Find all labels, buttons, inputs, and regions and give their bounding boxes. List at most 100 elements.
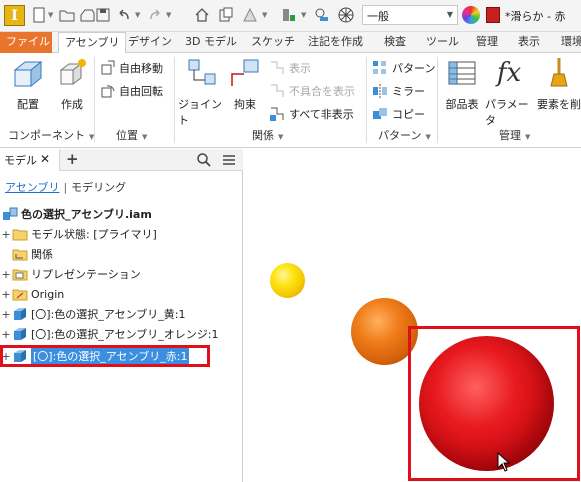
tab-manage[interactable]: 管理 (470, 32, 504, 53)
open-folder-icon[interactable] (59, 5, 75, 25)
place-button[interactable]: 配置 (8, 56, 48, 112)
undo-dropdown-icon[interactable]: ▼ (135, 5, 140, 25)
pattern-panel-label[interactable]: パターン ▼ (378, 127, 431, 145)
copy-button[interactable]: コピー (372, 105, 425, 123)
model-browser: モデル ✕ + アセンブリ | モデリング 色の選択_アセンブリ.iam + モデル… (0, 149, 243, 482)
save-icon[interactable] (95, 5, 111, 25)
home-icon[interactable] (194, 5, 210, 25)
tree-item-yellow-component[interactable]: + [〇]:色の選択_アセンブリ_黄:1 (0, 304, 243, 324)
tree-root-assembly[interactable]: 色の選択_アセンブリ.iam (0, 204, 243, 224)
appearance-select[interactable]: *滑らか - 赤 (503, 5, 581, 25)
show-button[interactable]: 表示 (269, 59, 311, 77)
create-component-icon (55, 56, 89, 90)
tab-inspect[interactable]: 検査 (378, 32, 412, 53)
expand-icon[interactable]: + (0, 228, 12, 241)
tab-sketch[interactable]: スケッチ (245, 32, 301, 53)
chevron-down-icon: ▼ (142, 133, 148, 141)
material-ball-icon[interactable] (338, 5, 354, 25)
yellow-sphere[interactable] (270, 263, 305, 298)
constrain-icon (228, 56, 262, 90)
origin-folder-icon (12, 286, 28, 302)
hamburger-menu-icon[interactable] (221, 153, 237, 170)
quick-access-toolbar: I ▼ ▼ ▼ ▼ ▼ 一般 ▼ *滑らか - 赤 (0, 0, 581, 32)
manage-panel-label[interactable]: 管理 ▼ (499, 127, 530, 145)
filter-dropdown-icon[interactable]: ▼ (262, 5, 267, 25)
subtab-divider: | (63, 181, 68, 194)
tree-item-representations[interactable]: + リプレゼンテーション (0, 264, 243, 284)
redo-icon[interactable] (147, 5, 163, 25)
mouse-cursor-icon (497, 451, 511, 475)
parameters-button[interactable]: fx パラメータ (485, 56, 533, 128)
graphics-viewport[interactable] (244, 149, 581, 482)
pattern-button[interactable]: パターン (372, 59, 435, 77)
redo-dropdown-icon[interactable]: ▼ (166, 5, 171, 25)
close-icon[interactable]: ✕ (40, 152, 50, 166)
measure-icon[interactable] (281, 5, 297, 25)
tree-item-model-state[interactable]: + モデル状態: [プライマリ] (0, 224, 243, 244)
tab-assembly[interactable]: アセンブリ (58, 32, 127, 54)
position-panel-label[interactable]: 位置 ▼ (116, 127, 147, 145)
tab-file[interactable]: ファイル (0, 32, 52, 53)
bom-button[interactable]: 部品表 (442, 56, 482, 112)
tab-3d-model[interactable]: 3D モデル (179, 32, 243, 53)
chevron-down-icon: ▼ (525, 133, 531, 141)
joint-button[interactable]: ジョイント (178, 56, 226, 128)
parameters-fx-icon: fx (496, 58, 522, 88)
app-logo-icon[interactable]: I (4, 5, 25, 26)
joint-icon (185, 56, 219, 90)
expand-icon[interactable]: + (0, 308, 12, 321)
panel-divider (94, 57, 95, 143)
free-move-button[interactable]: 自由移動 (99, 59, 163, 77)
search-icon[interactable] (196, 152, 212, 171)
subtab-modeling[interactable]: モデリング (71, 181, 126, 194)
tree-item-relationships[interactable]: 関係 (0, 244, 243, 264)
properties-icon[interactable] (218, 5, 234, 25)
inspect-icon[interactable] (314, 5, 330, 25)
chevron-down-icon: ▼ (425, 133, 431, 141)
appearance-swatch-icon (486, 7, 500, 23)
color-wheel-icon[interactable] (462, 6, 480, 24)
component-panel-label[interactable]: コンポーネント ▼ (8, 127, 94, 145)
create-button[interactable]: 作成 (52, 56, 92, 112)
bill-of-materials-icon (445, 56, 479, 90)
select-filter-icon[interactable] (242, 5, 258, 25)
tab-tools[interactable]: ツール (420, 32, 465, 53)
new-dropdown-icon[interactable]: ▼ (48, 5, 53, 25)
tree-item-origin[interactable]: + Origin (0, 284, 243, 304)
expand-icon[interactable]: + (0, 268, 12, 281)
show-sick-button[interactable]: 不具合を表示 (269, 82, 355, 100)
new-file-icon[interactable] (31, 5, 47, 25)
chevron-down-icon: ▼ (278, 133, 284, 141)
tab-design[interactable]: デザイン (122, 32, 178, 53)
constrain-button[interactable]: 拘束 (229, 56, 261, 112)
part-icon (12, 326, 28, 342)
tab-model[interactable]: モデル (0, 149, 60, 171)
panel-divider (174, 57, 175, 143)
inventor-window: I ▼ ▼ ▼ ▼ ▼ 一般 ▼ *滑らか - 赤 ファイル アセンブリ デザイ… (0, 0, 581, 482)
broom-icon (542, 56, 576, 90)
tree-item-orange-component[interactable]: + [〇]:色の選択_アセンブリ_オレンジ:1 (0, 324, 243, 344)
undo-dropdown-icon[interactable] (79, 5, 95, 25)
expand-icon[interactable]: + (0, 328, 12, 341)
undo-icon[interactable] (116, 5, 132, 25)
relationships-folder-icon (12, 246, 28, 262)
expand-icon[interactable]: + (0, 288, 12, 301)
standard-select[interactable]: 一般 ▼ (362, 5, 458, 25)
tab-environments[interactable]: 環境 (555, 32, 581, 53)
measure-dropdown-icon[interactable]: ▼ (301, 5, 306, 25)
delete-elements-button[interactable]: 要素を削 (534, 56, 581, 112)
free-move-icon (99, 60, 115, 76)
free-rotate-button[interactable]: 自由回転 (99, 82, 163, 100)
subtab-assembly[interactable]: アセンブリ (5, 181, 59, 194)
place-component-icon (11, 56, 45, 90)
annotation-highlight-box (0, 345, 210, 367)
hide-all-button[interactable]: すべて非表示 (269, 105, 354, 123)
relationships-panel-label[interactable]: 関係 ▼ (252, 127, 283, 145)
tab-annotate[interactable]: 注記を作成 (302, 32, 369, 53)
chevron-down-icon: ▼ (446, 10, 453, 19)
mirror-button[interactable]: ミラー (372, 82, 425, 100)
tab-view[interactable]: 表示 (512, 32, 546, 53)
browser-view-switch: アセンブリ | モデリング (5, 179, 126, 195)
free-rotate-icon (99, 83, 115, 99)
plus-icon[interactable]: + (66, 150, 79, 168)
